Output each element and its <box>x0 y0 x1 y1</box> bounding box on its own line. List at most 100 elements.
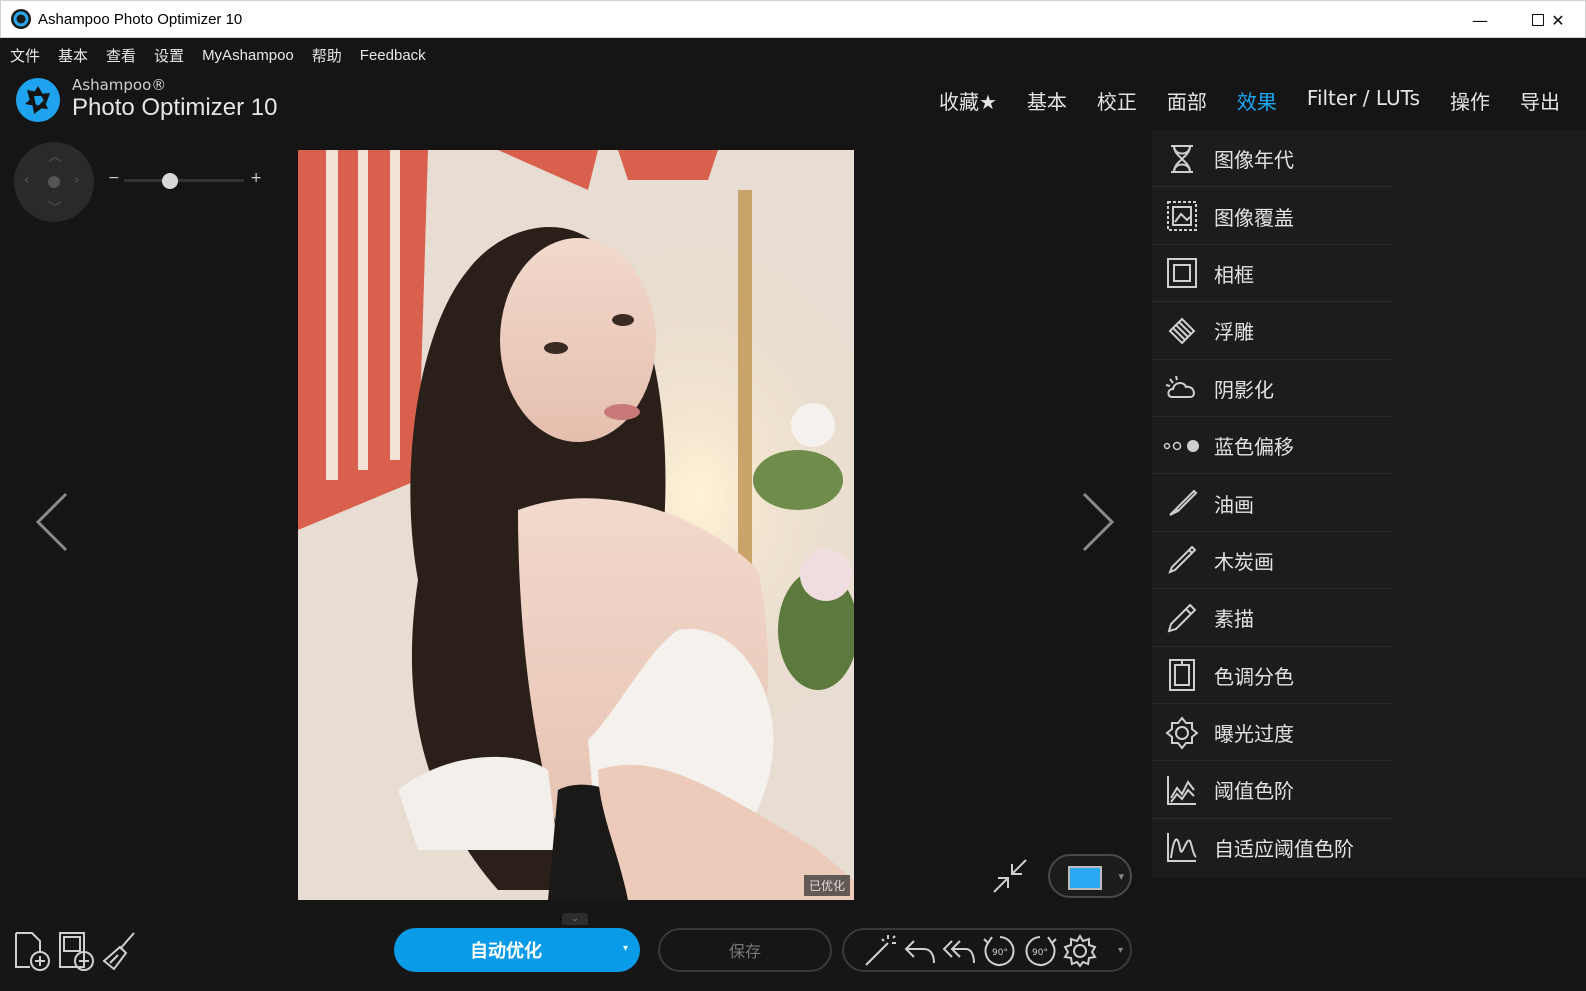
photo-preview[interactable]: 已优化 <box>298 150 854 900</box>
effect-item-frame[interactable]: 相框 <box>1152 245 1586 303</box>
previous-image-icon[interactable] <box>32 490 72 554</box>
menu-help[interactable]: 帮助 <box>312 45 342 66</box>
menu-feedback[interactable]: Feedback <box>360 47 426 64</box>
zoom-track[interactable] <box>124 179 244 182</box>
add-file-icon[interactable] <box>12 929 52 973</box>
image-viewer: ︿ ﹀ ‹ › − + 已优化 ▾ <box>0 130 1150 925</box>
effect-label: 素描 <box>1214 607 1254 632</box>
menu-basic[interactable]: 基本 <box>58 45 88 66</box>
gear-icon[interactable] <box>1062 933 1098 969</box>
pan-up-icon[interactable]: ︿ <box>48 146 62 166</box>
tab-basic[interactable]: 基本 <box>1027 86 1067 115</box>
posterize-icon <box>1162 655 1202 695</box>
tab-favorites[interactable]: 收藏★ <box>939 86 997 115</box>
zoom-handle[interactable] <box>161 173 178 189</box>
brand: Ashampoo® Photo Optimizer 10 <box>14 76 277 124</box>
tab-export[interactable]: 导出 <box>1520 86 1560 115</box>
frame-icon <box>1162 253 1202 293</box>
rotate-left-icon[interactable]: 90° <box>982 933 1018 969</box>
rotate-left-label: 90° <box>992 948 1008 958</box>
pan-down-icon[interactable]: ﹀ <box>48 198 62 218</box>
minimize-button[interactable]: — <box>1451 1 1509 39</box>
tools-dropdown-icon[interactable]: ▾ <box>1118 945 1123 956</box>
auto-optimize-label: 自动优化 <box>470 941 542 962</box>
effect-item-adaptive-threshold[interactable]: 自适应阈值色阶 <box>1152 819 1586 876</box>
menu-myashampoo[interactable]: MyAshampoo <box>202 47 294 64</box>
tab-operations[interactable]: 操作 <box>1450 86 1490 115</box>
pan-center-icon <box>48 176 60 188</box>
effect-label: 浮雕 <box>1214 320 1254 345</box>
zoom-in-button[interactable]: + <box>250 170 262 186</box>
undo-icon[interactable] <box>902 933 938 969</box>
adaptive-threshold-icon <box>1162 827 1202 867</box>
add-folder-icon[interactable] <box>56 929 96 973</box>
pan-navigator[interactable]: ︿ ﹀ ‹ › <box>14 142 94 222</box>
edit-tools-group: 90° 90° ▾ <box>842 928 1132 972</box>
effect-item-image-age[interactable]: 图像年代 <box>1152 130 1586 188</box>
shrink-to-fit-icon[interactable] <box>990 856 1030 896</box>
effect-label: 自适应阈值色阶 <box>1214 836 1354 861</box>
single-view-icon <box>1068 866 1102 890</box>
menu-file[interactable]: 文件 <box>10 45 40 66</box>
brand-product: Photo Optimizer 10 <box>72 94 278 121</box>
close-button[interactable]: ✕ <box>1529 1 1586 39</box>
collapse-toolbar-button[interactable]: ⌄ <box>562 913 588 925</box>
panel-empty-area <box>1152 878 1586 991</box>
window-titlebar: Ashampoo Photo Optimizer 10 — ✕ <box>0 0 1586 38</box>
view-mode-dropdown[interactable]: ▾ <box>1048 854 1132 898</box>
auto-optimize-button[interactable]: 自动优化 ▾ <box>394 928 640 972</box>
effect-item-threshold[interactable]: 阈值色阶 <box>1152 761 1586 819</box>
chevron-down-icon: ▾ <box>1118 870 1124 883</box>
next-image-icon[interactable] <box>1078 490 1118 554</box>
effect-item-sketch[interactable]: 素描 <box>1152 589 1586 647</box>
effect-item-blue-shift[interactable]: 蓝色偏移 <box>1152 417 1586 475</box>
emboss-icon <box>1162 311 1202 351</box>
aperture-logo-icon <box>16 78 60 122</box>
menu-view[interactable]: 查看 <box>106 45 136 66</box>
effect-item-image-overlay[interactable]: 图像覆盖 <box>1152 187 1586 245</box>
tab-correction[interactable]: 校正 <box>1097 86 1137 115</box>
app-icon <box>11 9 31 29</box>
auto-optimize-dropdown-icon[interactable]: ▾ <box>623 943 628 954</box>
broom-icon[interactable] <box>100 929 140 973</box>
effect-label: 油画 <box>1214 492 1254 517</box>
category-tabs: 收藏★ 基本 校正 面部 效果 Filter / LUTs 操作 导出 <box>909 86 1560 115</box>
tab-effects[interactable]: 效果 <box>1237 86 1277 115</box>
pan-right-icon[interactable]: › <box>74 172 80 188</box>
overexpose-icon <box>1162 713 1202 753</box>
save-button[interactable]: 保存 <box>658 928 832 972</box>
dots-shift-icon <box>1162 426 1202 466</box>
magic-wand-icon[interactable] <box>862 933 898 969</box>
effect-label: 木炭画 <box>1214 549 1274 574</box>
tab-face[interactable]: 面部 <box>1167 86 1207 115</box>
rotate-right-icon[interactable]: 90° <box>1022 933 1058 969</box>
optimized-badge: 已优化 <box>803 875 850 896</box>
menu-settings[interactable]: 设置 <box>154 45 184 66</box>
bottom-toolbar: ⌄ 自动优化 ▾ 保存 90° 90° ▾ <box>0 913 1152 991</box>
threshold-chart-icon <box>1162 770 1202 810</box>
effect-label: 色调分色 <box>1214 664 1294 689</box>
image-overlay-icon <box>1162 196 1202 236</box>
effect-item-oil-painting[interactable]: 油画 <box>1152 474 1586 532</box>
effect-item-charcoal[interactable]: 木炭画 <box>1152 532 1586 590</box>
charcoal-icon <box>1162 540 1202 580</box>
cloud-shadow-icon <box>1162 368 1202 408</box>
menu-bar: 文件 基本 查看 设置 MyAshampoo 帮助 Feedback <box>0 38 1586 72</box>
zoom-slider[interactable]: − + <box>106 170 262 190</box>
effect-label: 图像年代 <box>1214 148 1294 173</box>
zoom-out-button[interactable]: − <box>108 170 120 186</box>
effect-item-shadow[interactable]: 阴影化 <box>1152 360 1586 417</box>
effects-panel: 图像年代 图像覆盖 相框 浮雕 阴影化 蓝色偏移 油画 木炭画 素描 色调分色 … <box>1152 130 1586 878</box>
effect-label: 图像覆盖 <box>1214 205 1294 230</box>
tab-filter-luts[interactable]: Filter / LUTs <box>1307 86 1420 115</box>
brand-company: Ashampoo® <box>72 76 167 94</box>
pan-left-icon[interactable]: ‹ <box>24 172 30 188</box>
undo-all-icon[interactable] <box>942 933 978 969</box>
pencil-icon <box>1162 598 1202 638</box>
effect-item-emboss[interactable]: 浮雕 <box>1152 302 1586 360</box>
effect-item-overexposure[interactable]: 曝光过度 <box>1152 704 1586 762</box>
effect-item-posterize[interactable]: 色调分色 <box>1152 647 1586 704</box>
photo-image <box>298 150 854 900</box>
effect-label: 相框 <box>1214 262 1254 287</box>
effect-label: 阈值色阶 <box>1214 779 1294 804</box>
